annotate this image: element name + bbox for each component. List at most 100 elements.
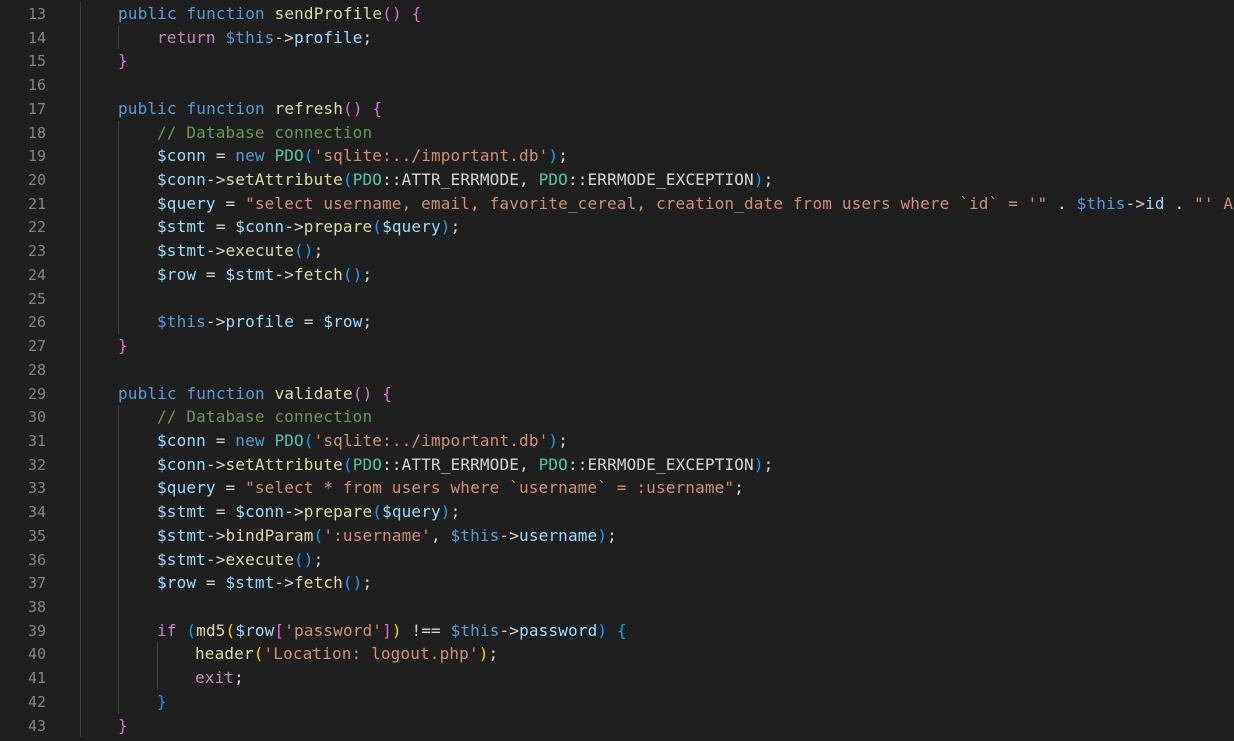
- code-token: $this: [450, 525, 500, 545]
- code-token: ): [597, 525, 608, 545]
- code-line[interactable]: $query = "select * from users where `use…: [157, 476, 744, 500]
- code-token: {: [382, 383, 392, 403]
- code-line[interactable]: return $this->profile;: [157, 26, 372, 50]
- code-token: password: [519, 620, 598, 640]
- code-token: exit: [195, 668, 235, 688]
- code-token: }: [118, 715, 128, 735]
- code-token: 'sqlite:../important.db': [313, 430, 549, 450]
- code-token: ->: [499, 620, 520, 640]
- code-line[interactable]: $stmt->execute();: [157, 239, 323, 263]
- code-token: function: [186, 4, 265, 23]
- code-token: ;: [313, 549, 324, 569]
- code-token: "' AND: [1194, 193, 1234, 213]
- code-token: ::ATTR_ERRMODE,: [382, 454, 539, 474]
- code-token: .: [1164, 193, 1195, 213]
- code-token: ::ERRMODE_EXCEPTION: [567, 454, 754, 474]
- code-line[interactable]: // Database connection: [157, 121, 372, 145]
- code-token: 'password': [284, 620, 383, 640]
- code-token: ->: [1125, 193, 1146, 213]
- code-editor[interactable]: 13 14 15 16 17 18 19 20 21 22 23 24 25 26 27 28 29 30 31 32…: [0, 0, 1234, 741]
- code-token: execute: [225, 241, 294, 261]
- code-line[interactable]: $query = "select username, email, favori…: [157, 192, 1234, 216]
- code-token: [: [274, 620, 285, 640]
- code-line[interactable]: $stmt = $conn->prepare($query);: [157, 500, 460, 524]
- code-token: ;: [362, 312, 373, 332]
- code-token: $query: [157, 478, 216, 498]
- code-token: $this: [225, 27, 275, 47]
- code-line[interactable]: $row = $stmt->fetch();: [157, 263, 372, 287]
- code-token: return: [157, 27, 216, 47]
- code-line[interactable]: }: [157, 690, 167, 714]
- code-token: ->: [284, 217, 304, 237]
- code-line[interactable]: }: [118, 334, 128, 358]
- code-token: $this: [1076, 193, 1126, 213]
- code-line[interactable]: }: [118, 714, 128, 738]
- code-token: =: [205, 146, 236, 166]
- indent-guide: [118, 120, 119, 335]
- code-token: $stmt: [157, 241, 206, 261]
- code-token: ->: [205, 549, 226, 569]
- code-line[interactable]: exit;: [195, 666, 244, 690]
- code-token: $stmt: [157, 217, 206, 237]
- code-token: (): [293, 549, 314, 569]
- code-line[interactable]: // Database connection: [157, 405, 372, 429]
- code-line[interactable]: }: [118, 49, 128, 73]
- code-line[interactable]: public function validate() {: [118, 382, 392, 406]
- code-line[interactable]: $conn->setAttribute(PDO::ATTR_ERRMODE, P…: [157, 453, 773, 477]
- code-line[interactable]: if (md5($row['password']) !== $this->pas…: [157, 619, 627, 643]
- code-token: ;: [763, 170, 774, 190]
- code-token: validate: [274, 383, 353, 403]
- code-token: ->: [274, 264, 294, 284]
- code-line[interactable]: $this->profile = $row;: [157, 310, 372, 334]
- code-token: "select username, email, favorite_cereal…: [245, 193, 1048, 213]
- code-line[interactable]: $stmt->bindParam(':username', $this->use…: [157, 524, 617, 548]
- code-line[interactable]: $stmt->execute();: [157, 548, 323, 572]
- code-token: =: [205, 502, 236, 522]
- code-token: public: [118, 98, 177, 118]
- code-line[interactable]: $conn = new PDO('sqlite:../important.db'…: [157, 429, 568, 453]
- code-token: $this: [450, 620, 500, 640]
- code-token: ): [753, 170, 764, 190]
- code-token: (): [382, 4, 402, 23]
- code-token: sendProfile: [274, 4, 383, 23]
- code-line[interactable]: header('Location: logout.php');: [195, 642, 498, 666]
- code-token: =: [215, 478, 246, 498]
- code-token: {: [372, 98, 383, 118]
- code-token: (: [303, 430, 314, 450]
- code-line[interactable]: $row = $stmt->fetch();: [157, 571, 372, 595]
- indent-guide: [118, 405, 119, 714]
- code-line[interactable]: public function sendProfile() {: [118, 2, 421, 26]
- code-line[interactable]: $conn = new PDO('sqlite:../important.db'…: [157, 144, 568, 168]
- code-token: public: [118, 4, 177, 23]
- code-token: .: [1047, 193, 1077, 213]
- code-token: =: [196, 264, 226, 284]
- code-line[interactable]: $conn->setAttribute(PDO::ATTR_ERRMODE, P…: [157, 168, 773, 192]
- code-token: PDO: [538, 170, 568, 190]
- code-token: (: [372, 502, 383, 522]
- code-token: (: [313, 525, 324, 545]
- code-token: }: [118, 336, 128, 356]
- code-token: PDO: [274, 146, 304, 166]
- code-line[interactable]: $stmt = $conn->prepare($query);: [157, 215, 460, 239]
- code-token: ->: [274, 27, 294, 47]
- code-token: $query: [382, 217, 441, 237]
- code-token: $conn: [157, 430, 206, 450]
- code-token: $row: [157, 264, 197, 284]
- code-token: ;: [450, 502, 461, 522]
- code-token: (): [342, 573, 363, 593]
- code-token: public: [118, 383, 177, 403]
- code-area[interactable]: public function sendProfile() {return $t…: [0, 0, 1234, 741]
- code-token: md5: [196, 620, 226, 640]
- code-line[interactable]: public function refresh() {: [118, 97, 382, 121]
- code-token: ): [440, 217, 451, 237]
- code-token: $stmt: [157, 502, 206, 522]
- code-token: ::ATTR_ERRMODE,: [382, 170, 539, 190]
- code-token: setAttribute: [225, 454, 343, 474]
- code-token: 'sqlite:../important.db': [313, 146, 549, 166]
